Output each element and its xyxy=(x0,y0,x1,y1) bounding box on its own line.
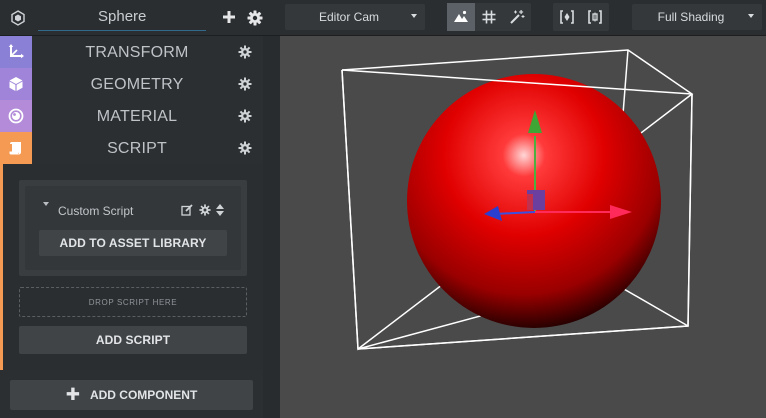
reorder-arrows-icon[interactable] xyxy=(215,203,225,217)
entity-name-underline xyxy=(38,30,206,31)
add-to-asset-library-button[interactable]: ADD TO ASSET LIBRARY xyxy=(39,230,227,256)
top-toolbar: Sphere Editor Cam Full Shading xyxy=(0,0,766,36)
script-item-inner xyxy=(25,186,241,270)
gear-icon[interactable] xyxy=(238,109,252,123)
frame-tool-group xyxy=(553,3,609,31)
section-title-material: MATERIAL xyxy=(96,108,178,125)
add-script-button[interactable]: ADD SCRIPT xyxy=(19,326,247,354)
tab-material[interactable] xyxy=(0,100,32,132)
script-name-label: Custom Script xyxy=(58,204,134,218)
shading-select-value: Full Shading xyxy=(657,10,725,24)
section-geometry[interactable]: GEOMETRY xyxy=(32,68,263,100)
gear-icon[interactable] xyxy=(238,45,252,59)
image-view-button[interactable] xyxy=(447,3,475,31)
section-material[interactable]: MATERIAL xyxy=(32,100,263,132)
view-tool-group xyxy=(447,3,531,31)
camera-select-value: Editor Cam xyxy=(318,10,380,24)
plus-icon xyxy=(223,11,235,23)
focus-selection-button[interactable] xyxy=(553,3,581,31)
grid-icon xyxy=(482,10,496,24)
scene-viewport[interactable] xyxy=(280,36,766,418)
viewport-divider[interactable] xyxy=(263,36,280,418)
magic-wand-icon xyxy=(510,10,525,24)
frame-all-icon xyxy=(588,10,602,24)
landscape-icon xyxy=(454,10,468,22)
material-ball-icon xyxy=(8,108,24,124)
camera-select[interactable]: Editor Cam xyxy=(285,4,425,30)
drop-script-zone[interactable]: DROP SCRIPT HERE xyxy=(19,287,247,317)
frame-selection-icon xyxy=(560,10,574,24)
add-component-label: ADD COMPONENT xyxy=(89,388,198,402)
app-logo-icon[interactable] xyxy=(0,0,36,36)
frame-all-button[interactable] xyxy=(581,3,609,31)
properties-panel: TRANSFORM GEOMETRY MATERIAL SCRIPT Custo… xyxy=(0,36,263,418)
entity-settings-gear-icon[interactable] xyxy=(246,9,264,27)
section-title-script: SCRIPT xyxy=(107,140,167,157)
chevron-down-icon xyxy=(411,14,417,18)
section-title-transform: TRANSFORM xyxy=(85,44,189,61)
add-component-button[interactable]: ✚ ADD COMPONENT xyxy=(10,380,253,410)
entity-name-title[interactable]: Sphere xyxy=(98,8,146,25)
edit-icon[interactable] xyxy=(181,204,193,216)
add-entity-button[interactable] xyxy=(220,8,238,26)
gear-icon[interactable] xyxy=(199,204,211,216)
script-scroll-icon xyxy=(9,142,21,155)
section-script[interactable]: SCRIPT xyxy=(32,132,263,164)
collapse-chevron-icon[interactable] xyxy=(43,202,49,206)
gear-icon[interactable] xyxy=(238,77,252,91)
section-transform[interactable]: TRANSFORM xyxy=(32,36,263,68)
shading-select[interactable]: Full Shading xyxy=(632,4,762,30)
gear-icon[interactable] xyxy=(238,141,252,155)
tab-transform[interactable] xyxy=(0,36,32,68)
effects-toggle-button[interactable] xyxy=(503,3,531,31)
chevron-down-icon xyxy=(748,14,754,18)
transform-axes-icon xyxy=(8,44,24,59)
component-category-tabs xyxy=(0,36,32,164)
script-accent-bar xyxy=(0,164,3,370)
section-title-geometry: GEOMETRY xyxy=(90,76,184,93)
cube-icon xyxy=(9,77,23,91)
plus-icon: ✚ xyxy=(65,385,80,404)
tab-geometry[interactable] xyxy=(0,68,32,100)
script-item-card xyxy=(19,180,247,276)
tab-script[interactable] xyxy=(0,132,32,164)
scene-canvas[interactable] xyxy=(280,36,766,418)
script-section-body: Custom Script ADD TO ASSET LIBRARY DROP … xyxy=(0,164,263,370)
grid-toggle-button[interactable] xyxy=(475,3,503,31)
